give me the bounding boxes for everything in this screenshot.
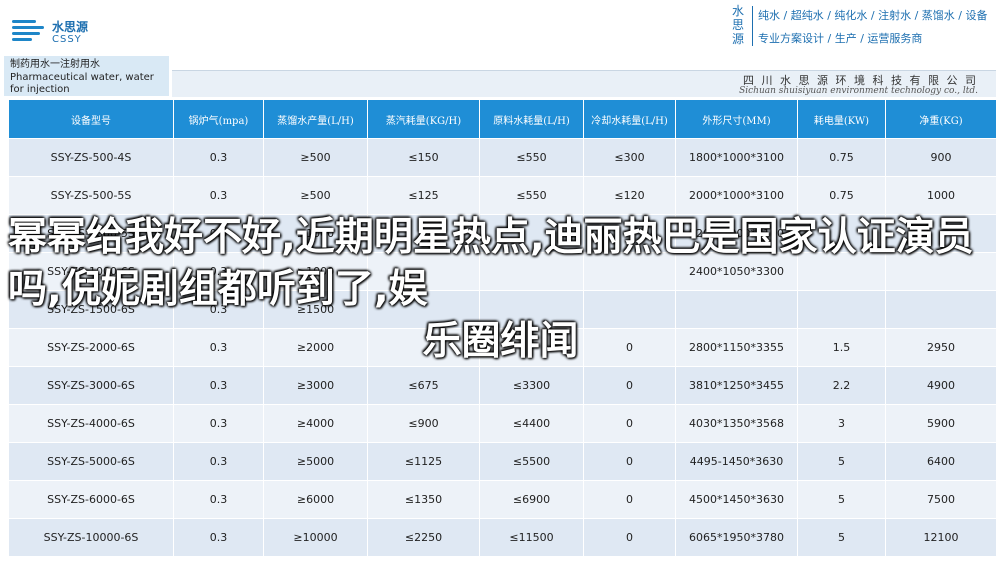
table-cell: 0 — [583, 518, 676, 557]
table-cell: ≤1350 — [367, 480, 480, 519]
slogan-block: 水思源 纯水 / 超纯水 / 纯化水 / 注射水 / 蒸馏水 / 设备 专业方案… — [728, 4, 990, 48]
table-row: SSY-ZS-500-4S 0.3 ≥500 ≤150 ≤550 ≤300 1800*100… — [8, 138, 997, 177]
table-cell: 0 — [583, 404, 676, 443]
table-cell: ≤2250 — [367, 518, 480, 557]
table-cell: 12100 — [885, 518, 997, 557]
brand-vertical: 水思源 — [731, 4, 744, 46]
slogan-divider — [752, 6, 753, 46]
table-cell: 0 — [583, 442, 676, 481]
table-cell: 0 — [583, 480, 676, 519]
table-cell: ≤675 — [367, 366, 480, 405]
table-cell: 5 — [797, 480, 886, 519]
table-cell: ≥3000 — [263, 366, 368, 405]
table-cell: SSY-ZS-4000-6S — [8, 404, 174, 443]
table-cell: ≤1125 — [367, 442, 480, 481]
table-cell: ≤125 — [367, 176, 480, 215]
product-title-box: 制药用水一注射用水 Pharmaceutical water, water fo… — [4, 56, 169, 96]
table-cell: 5900 — [885, 404, 997, 443]
table-cell: 1000 — [885, 176, 997, 215]
col-header: 耗电量(KW) — [797, 99, 886, 139]
table-cell: 0.3 — [173, 404, 264, 443]
table-cell: SSY-ZS-500-4S — [8, 138, 174, 177]
table-cell: ≤11500 — [479, 518, 584, 557]
col-header: 蒸馏水产量(L/H) — [263, 99, 368, 139]
table-cell: SSY-ZS-6000-6S — [8, 480, 174, 519]
product-title-cn: 制药用水一注射用水 — [10, 59, 100, 70]
table-cell: ≤5500 — [479, 442, 584, 481]
table-row: SSY-ZS-500-5S 0.3 ≥500 ≤125 ≤550 ≤120 2000*100… — [8, 176, 997, 215]
table-header-row: 设备型号 锅炉气(mpa) 蒸馏水产量(L/H) 蒸汽耗量(KG/H) 原料水耗… — [8, 99, 997, 139]
logo-en: CSSY — [52, 34, 82, 45]
table-cell: 4500*1450*3630 — [675, 480, 798, 519]
table-cell: 0.75 — [797, 138, 886, 177]
table-cell: 900 — [885, 138, 997, 177]
table-cell: SSY-ZS-500-5S — [8, 176, 174, 215]
table-cell: 3 — [797, 404, 886, 443]
table-cell: 6065*1950*3780 — [675, 518, 798, 557]
col-header: 锅炉气(mpa) — [173, 99, 264, 139]
table-cell: 0.3 — [173, 138, 264, 177]
col-header: 蒸汽耗量(KG/H) — [367, 99, 480, 139]
table-cell: 1800*1000*3100 — [675, 138, 798, 177]
table-cell: 0 — [583, 366, 676, 405]
company-logo: 水思源 CSSY — [10, 14, 100, 54]
table-cell: 0.3 — [173, 480, 264, 519]
logo-cn: 水思源 — [52, 20, 89, 34]
table-cell: 5 — [797, 442, 886, 481]
table-cell: 0.75 — [797, 176, 886, 215]
company-name-en: Sichuan shuisiyuan environment technolog… — [739, 86, 978, 96]
table-row: SSY-ZS-10000-6S 0.3 ≥10000 ≤2250 ≤11500 0 6065… — [8, 518, 997, 557]
col-header: 设备型号 — [8, 99, 174, 139]
title-band: 制药用水一注射用水 Pharmaceutical water, water fo… — [0, 56, 1000, 97]
table-cell: 3810*1250*3455 — [675, 366, 798, 405]
table-cell: ≤550 — [479, 176, 584, 215]
headline-text: 幂幂给我好不好,近期明星热点,迪丽热巴是国家认证演员吗,倪妮剧组都听到了,娱 — [8, 215, 974, 312]
table-cell: ≥10000 — [263, 518, 368, 557]
table-cell: ≤4400 — [479, 404, 584, 443]
table-cell: ≥6000 — [263, 480, 368, 519]
table-cell: SSY-ZS-5000-6S — [8, 442, 174, 481]
table-cell: SSY-ZS-3000-6S — [8, 366, 174, 405]
table-cell: 0.3 — [173, 518, 264, 557]
table-row: SSY-ZS-3000-6S 0.3 ≥3000 ≤675 ≤3300 0 3810*125… — [8, 366, 997, 405]
table-cell: ≤120 — [583, 176, 676, 215]
table-cell: 0.3 — [173, 366, 264, 405]
headline-text-last: 乐圈绯闻 — [422, 319, 579, 364]
table-cell: 0.3 — [173, 442, 264, 481]
table-cell: ≥5000 — [263, 442, 368, 481]
table-cell: 4030*1350*3568 — [675, 404, 798, 443]
col-header: 冷却水耗量(L/H) — [583, 99, 676, 139]
table-cell: ≤3300 — [479, 366, 584, 405]
table-cell: 2.2 — [797, 366, 886, 405]
product-title-en: Pharmaceutical water, water for injectio… — [10, 72, 154, 95]
table-cell: ≤6900 — [479, 480, 584, 519]
table-row: SSY-ZS-4000-6S 0.3 ≥4000 ≤900 ≤4400 0 4030*135… — [8, 404, 997, 443]
table-row: SSY-ZS-6000-6S 0.3 ≥6000 ≤1350 ≤6900 0 4500*14… — [8, 480, 997, 519]
slogan-line-1: 纯水 / 超纯水 / 纯化水 / 注射水 / 蒸馏水 / 设备 — [758, 9, 988, 22]
col-header: 外形尺寸(MM) — [675, 99, 798, 139]
table-cell: 5 — [797, 518, 886, 557]
table-cell: ≥500 — [263, 138, 368, 177]
water-wave-logo-icon — [10, 18, 48, 44]
table-cell: 0.3 — [173, 176, 264, 215]
table-cell: 4900 — [885, 366, 997, 405]
table-cell: 4495-1450*3630 — [675, 442, 798, 481]
table-cell: ≤900 — [367, 404, 480, 443]
table-cell: ≤300 — [583, 138, 676, 177]
table-cell: 2000*1000*3100 — [675, 176, 798, 215]
slogan-line-2: 专业方案设计 / 生产 / 运营服务商 — [758, 32, 923, 45]
table-cell: ≤550 — [479, 138, 584, 177]
col-header: 净重(KG) — [885, 99, 997, 139]
table-cell: SSY-ZS-10000-6S — [8, 518, 174, 557]
overlay-headline: 幂幂给我好不好,近期明星热点,迪丽热巴是国家认证演员吗,倪妮剧组都听到了,娱 乐… — [8, 212, 993, 368]
table-cell: 6400 — [885, 442, 997, 481]
col-header: 原料水耗量(L/H) — [479, 99, 584, 139]
table-cell: ≤150 — [367, 138, 480, 177]
table-cell: ≥500 — [263, 176, 368, 215]
table-row: SSY-ZS-5000-6S 0.3 ≥5000 ≤1125 ≤5500 0 4495-14… — [8, 442, 997, 481]
table-cell: 7500 — [885, 480, 997, 519]
table-cell: ≥4000 — [263, 404, 368, 443]
